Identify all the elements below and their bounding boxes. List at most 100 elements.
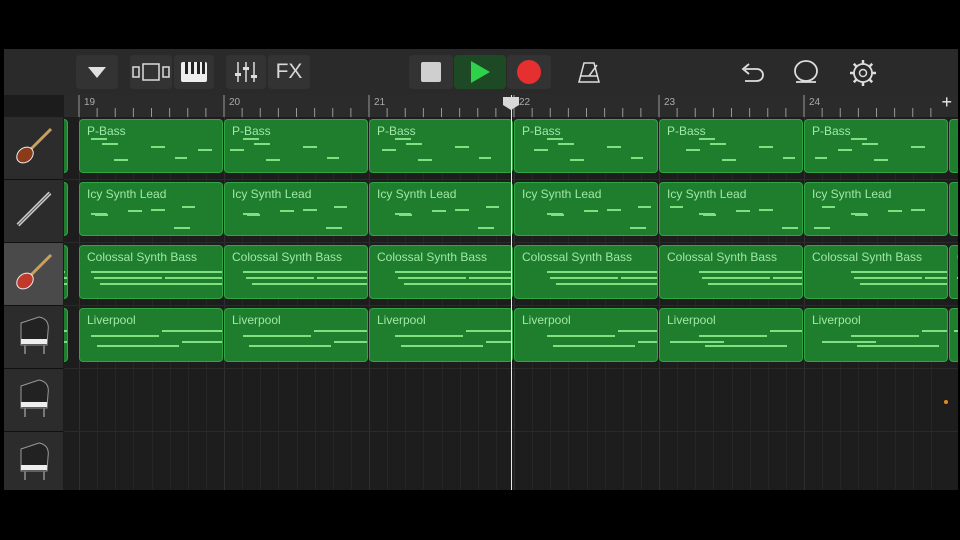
region[interactable]: Liverpool	[64, 308, 68, 362]
midi-note	[705, 345, 787, 348]
midi-note	[478, 157, 491, 160]
track-header-6[interactable]	[4, 432, 63, 490]
region[interactable]: Colossal Synth Bass	[79, 245, 223, 299]
region[interactable]: Icy Synth Lead	[64, 182, 68, 236]
region[interactable]: Liverpool	[804, 308, 948, 362]
midi-note	[708, 283, 802, 286]
region[interactable]: Liverpool	[79, 308, 223, 362]
midi-note	[447, 270, 475, 273]
stop-button[interactable]	[409, 55, 453, 89]
undo-icon	[741, 63, 764, 82]
fx-label: FX	[275, 60, 303, 83]
midi-note	[303, 209, 317, 211]
playhead-handle[interactable]	[502, 96, 520, 111]
undo-button[interactable]	[739, 61, 765, 88]
control-bar: FX	[4, 49, 958, 95]
midi-note	[751, 270, 779, 273]
track-header-5[interactable]	[4, 369, 63, 432]
region[interactable]: Colossal Synth Bass	[369, 245, 513, 299]
settings-button[interactable]	[849, 59, 877, 92]
browser-dropdown-button[interactable]	[76, 55, 118, 89]
region[interactable]: Colossal Synth Bass	[64, 245, 68, 299]
midi-note	[418, 159, 432, 161]
track-header-1[interactable]	[4, 117, 63, 180]
midi-note	[303, 146, 317, 148]
region-name: Icy Synth Lead	[377, 187, 457, 201]
midi-note	[317, 277, 367, 280]
region[interactable]: P-Bass	[224, 119, 368, 173]
play-icon	[471, 61, 490, 83]
region[interactable]: Icy Synth Lead	[514, 182, 658, 236]
region[interactable]: Liverpool	[949, 308, 958, 362]
region[interactable]: P-Bass	[79, 119, 223, 173]
midi-note	[759, 209, 773, 211]
midi-note	[253, 143, 270, 146]
region[interactable]: P-Bass	[949, 119, 958, 173]
triangle-down-icon	[88, 67, 106, 78]
loop-browser-button[interactable]	[792, 59, 820, 90]
playhead[interactable]	[511, 95, 512, 490]
midi-note	[94, 277, 162, 280]
midi-note	[326, 227, 343, 230]
keyboard-button[interactable]	[174, 55, 214, 89]
region[interactable]: Liverpool	[659, 308, 803, 362]
midi-note	[702, 277, 770, 280]
region[interactable]: P-Bass	[659, 119, 803, 173]
region[interactable]: Colossal Synth Bass	[514, 245, 658, 299]
midi-note	[432, 210, 446, 213]
region[interactable]: P-Bass	[64, 119, 68, 173]
track-header-3[interactable]	[4, 243, 63, 306]
midi-note	[478, 227, 495, 230]
midi-note	[314, 329, 367, 332]
midi-note	[243, 138, 260, 141]
midi-note	[64, 270, 65, 273]
tracks-view-icon	[132, 63, 170, 81]
midi-note	[165, 277, 222, 280]
bar-number-21: 21	[374, 97, 386, 108]
track-header-4[interactable]	[4, 306, 63, 369]
add-section-button[interactable]: +	[941, 92, 952, 113]
midi-note	[64, 341, 67, 344]
fx-button[interactable]: FX	[268, 55, 310, 89]
region[interactable]: Colossal Synth Bass	[224, 245, 368, 299]
midi-note	[722, 159, 736, 161]
region[interactable]: Colossal Synth Bass	[949, 245, 958, 299]
midi-note	[553, 345, 635, 348]
region-name: Colossal Synth Bass	[87, 250, 198, 264]
bar-number-22: 22	[519, 97, 531, 108]
midi-note	[699, 335, 767, 337]
mixer-button[interactable]	[226, 55, 266, 89]
metronome-button[interactable]	[577, 61, 601, 88]
midi-note	[455, 209, 469, 211]
midi-note	[333, 341, 367, 344]
play-button[interactable]	[454, 55, 506, 89]
midi-note	[162, 329, 222, 332]
region[interactable]: Liverpool	[514, 308, 658, 362]
midi-note	[874, 159, 888, 161]
region[interactable]: Colossal Synth Bass	[804, 245, 948, 299]
region[interactable]: Icy Synth Lead	[949, 182, 958, 236]
region[interactable]: Icy Synth Lead	[369, 182, 513, 236]
region[interactable]: Icy Synth Lead	[79, 182, 223, 236]
midi-note	[97, 345, 179, 348]
midi-note	[198, 148, 212, 151]
midi-note	[326, 157, 339, 160]
midi-note	[782, 157, 795, 160]
midi-note	[814, 227, 831, 230]
midi-note	[669, 341, 724, 344]
region-name: Icy Synth Lead	[522, 187, 602, 201]
region[interactable]: Icy Synth Lead	[804, 182, 948, 236]
record-button[interactable]	[507, 55, 551, 89]
region[interactable]: P-Bass	[369, 119, 513, 173]
midi-note	[686, 148, 700, 151]
region[interactable]: Colossal Synth Bass	[659, 245, 803, 299]
region[interactable]: Liverpool	[224, 308, 368, 362]
region[interactable]: P-Bass	[804, 119, 948, 173]
region[interactable]: P-Bass	[514, 119, 658, 173]
region[interactable]: Icy Synth Lead	[659, 182, 803, 236]
bar-number-20: 20	[229, 97, 241, 108]
region[interactable]: Liverpool	[369, 308, 513, 362]
track-header-2[interactable]	[4, 180, 63, 243]
region[interactable]: Icy Synth Lead	[224, 182, 368, 236]
tracks-view-button[interactable]	[130, 55, 172, 89]
